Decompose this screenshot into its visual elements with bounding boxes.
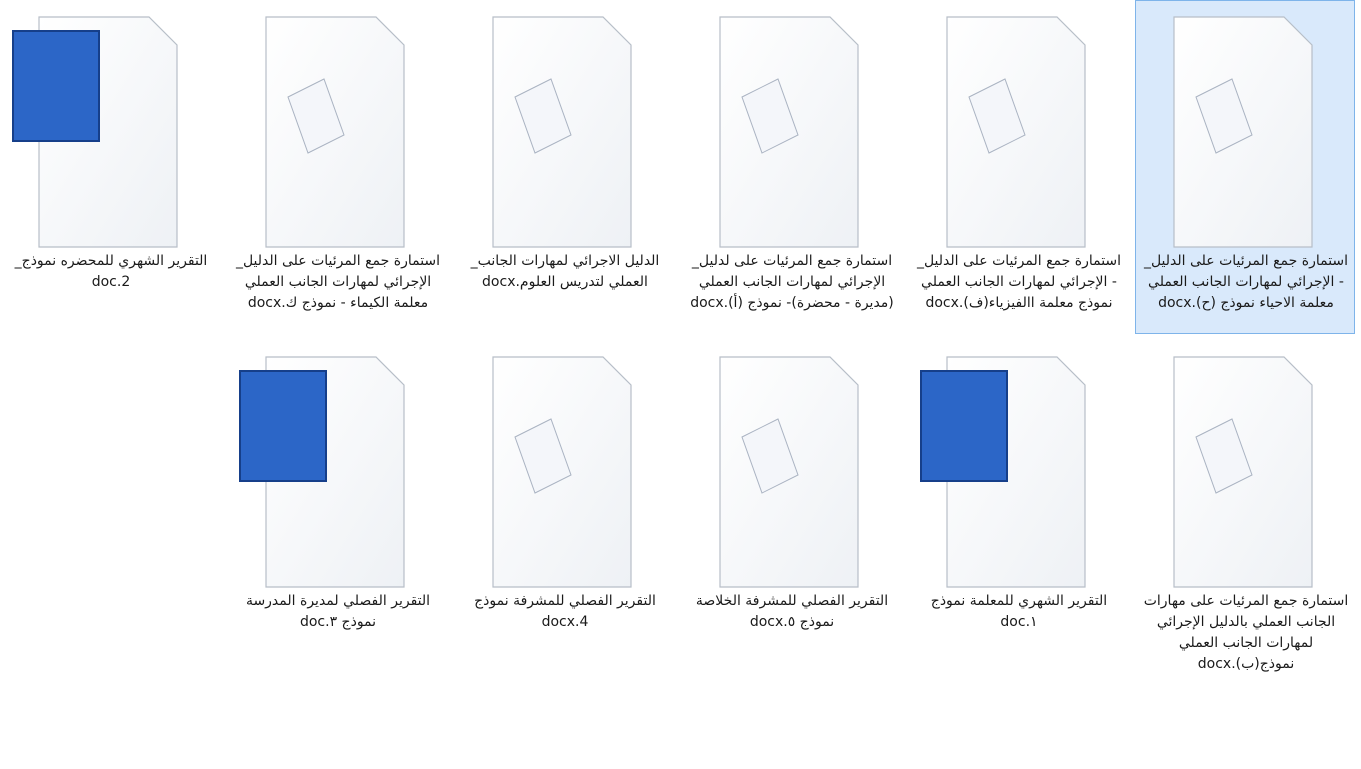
file-name-line: لمهارات الجانب العملي [1178,635,1314,651]
file-name-line: 4.docx [541,614,589,630]
file-name-label: استمارة جمع المرئيات على لدليل_ الإجرائي … [685,251,899,314]
file-name-line: التقرير الفصلي لمديرة المدرسة [245,593,431,609]
file-item[interactable]: W التقرير الفصلي للمشرفة الخلاصة نموذج ٥.… [681,340,901,674]
file-name-line: 2.doc [91,274,131,290]
file-item[interactable]: W التقرير الشهري للمحضره نموذج_ 2.doc [0,0,220,334]
file-name-label: استمارة جمع المرئيات على مهارات الجانب ال… [1139,591,1353,675]
file-name-line: نموذج معلمة االفيزياء(ف).docx [925,295,1113,311]
file-item[interactable]: W التقرير الشهري للمعلمة نموذج ١.doc [908,340,1128,674]
word-2003-document-icon: W [228,341,448,588]
file-item[interactable]: W استمارة جمع المرئيات على لدليل_ الإجرائ… [681,0,901,334]
file-name-line: التقرير الشهري للمحضره نموذج_ [14,253,208,269]
file-name-label: التقرير الفصلي لمديرة المدرسة نموذج ٣.doc [231,591,445,633]
file-name-line: استمارة جمع المرئيات على الدليل_ [916,253,1122,269]
file-name-label: التقرير الفصلي للمشرفة الخلاصة نموذج ٥.do… [685,591,899,633]
file-name-line: (مديرة - محضرة)- نموذج (أ).docx [690,295,894,311]
word-2007-document-icon: W [682,1,902,248]
file-name-line: نموذج(ب).docx [1197,656,1295,672]
file-name-line: نموذج ٣.doc [299,614,377,630]
word-2007-document-icon: W [1136,1,1356,248]
word-2007-document-icon: W [455,341,675,588]
file-item[interactable]: W التقرير الفصلي للمشرفة نموذج 4.docx [454,340,674,674]
file-name-line: الدليل الاجرائي لمهارات الجانب_ [470,253,660,269]
file-item[interactable]: W استمارة جمع المرئيات على الدليل_ - الإج… [908,0,1128,334]
file-name-line: معلمة الاحياء نموذج (ح).docx [1158,295,1334,311]
file-item[interactable]: W الدليل الاجرائي لمهارات الجانب_ العملي … [454,0,674,334]
file-name-line: العملي لتدريس العلوم.docx [482,274,648,290]
file-name-label: استمارة جمع المرئيات على الدليل_ - الإجرا… [912,251,1126,314]
file-name-line: استمارة جمع المرئيات على مهارات [1143,593,1349,609]
word-2007-document-icon: W [228,1,448,248]
file-name-line: التقرير الفصلي للمشرفة نموذج [474,593,656,609]
file-explorer-large-icons-view: W استمارة جمع المرئيات على الدليل_ - الإج… [0,0,1361,769]
file-name-line: استمارة جمع المرئيات على لدليل_ [691,253,893,269]
file-name-line: التقرير الشهري للمعلمة نموذج ١.doc [930,593,1108,630]
word-2007-document-icon: W [909,1,1129,248]
file-name-label: التقرير الفصلي للمشرفة نموذج 4.docx [458,591,672,633]
file-name-label: التقرير الشهري للمحضره نموذج_ 2.doc [4,251,218,293]
file-name-line: التقرير الفصلي للمشرفة الخلاصة [695,593,889,609]
file-item[interactable]: W استمارة جمع المرئيات على الدليل_ الإجرا… [227,0,447,334]
file-item[interactable]: W التقرير الفصلي لمديرة المدرسة نموذج ٣.d… [227,340,447,674]
file-item[interactable]: W استمارة جمع المرئيات على مهارات الجانب … [1135,340,1355,674]
file-item[interactable]: W استمارة جمع المرئيات على الدليل_ - الإج… [1135,0,1355,334]
file-name-label: استمارة جمع المرئيات على الدليل_ الإجرائي… [231,251,445,314]
file-name-label: استمارة جمع المرئيات على الدليل_ - الإجرا… [1139,251,1353,314]
file-name-line: معلمة الكيماء - نموذج ك.docx [247,295,429,311]
file-name-label: الدليل الاجرائي لمهارات الجانب_ العملي لت… [458,251,672,293]
word-2007-document-icon: W [682,341,902,588]
file-name-line: - الإجرائي لمهارات الجانب العملي [921,274,1117,290]
word-2003-document-icon: W [1,1,221,248]
file-name-line: - الإجرائي لمهارات الجانب العملي [1148,274,1344,290]
file-name-line: الإجرائي لمهارات الجانب العملي [698,274,886,290]
file-name-line: نموذج ٥.docx [749,614,835,630]
file-name-line: استمارة جمع المرئيات على الدليل_ [1143,253,1349,269]
word-2007-document-icon: W [1136,341,1356,588]
word-2003-document-icon: W [909,341,1129,588]
file-name-line: الجانب العملي بالدليل الإجرائي [1156,614,1336,630]
file-name-line: استمارة جمع المرئيات على الدليل_ [235,253,441,269]
file-name-label: التقرير الشهري للمعلمة نموذج ١.doc [912,591,1126,633]
word-2007-document-icon: W [455,1,675,248]
file-name-line: الإجرائي لمهارات الجانب العملي [244,274,432,290]
